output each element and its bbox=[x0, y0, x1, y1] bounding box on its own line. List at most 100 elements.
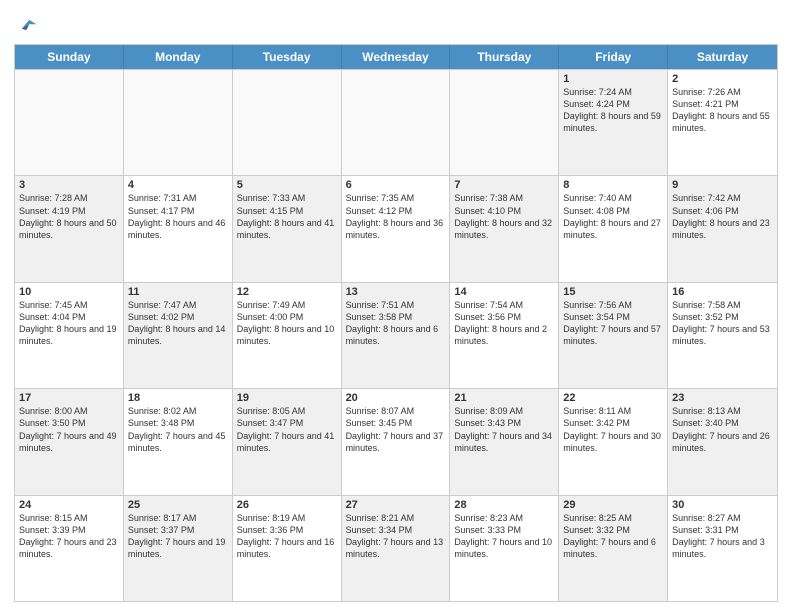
day-info: Sunrise: 8:23 AM Sunset: 3:33 PM Dayligh… bbox=[454, 512, 554, 561]
calendar-cell-w4-d1: 25Sunrise: 8:17 AM Sunset: 3:37 PM Dayli… bbox=[124, 496, 233, 601]
day-number: 7 bbox=[454, 179, 554, 191]
day-number: 28 bbox=[454, 499, 554, 511]
day-info: Sunrise: 8:27 AM Sunset: 3:31 PM Dayligh… bbox=[672, 512, 773, 561]
day-number: 12 bbox=[237, 286, 337, 298]
day-info: Sunrise: 7:51 AM Sunset: 3:58 PM Dayligh… bbox=[346, 299, 446, 348]
calendar-cell-w3-d1: 18Sunrise: 8:02 AM Sunset: 3:48 PM Dayli… bbox=[124, 389, 233, 494]
day-number: 14 bbox=[454, 286, 554, 298]
calendar-cell-w0-d2 bbox=[233, 70, 342, 175]
calendar-cell-w1-d3: 6Sunrise: 7:35 AM Sunset: 4:12 PM Daylig… bbox=[342, 176, 451, 281]
calendar-cell-w4-d3: 27Sunrise: 8:21 AM Sunset: 3:34 PM Dayli… bbox=[342, 496, 451, 601]
header-day-sunday: Sunday bbox=[15, 45, 124, 69]
day-info: Sunrise: 7:26 AM Sunset: 4:21 PM Dayligh… bbox=[672, 86, 773, 135]
day-info: Sunrise: 8:17 AM Sunset: 3:37 PM Dayligh… bbox=[128, 512, 228, 561]
calendar-cell-w3-d2: 19Sunrise: 8:05 AM Sunset: 3:47 PM Dayli… bbox=[233, 389, 342, 494]
day-number: 1 bbox=[563, 73, 663, 85]
calendar-cell-w3-d6: 23Sunrise: 8:13 AM Sunset: 3:40 PM Dayli… bbox=[668, 389, 777, 494]
day-number: 4 bbox=[128, 179, 228, 191]
day-number: 9 bbox=[672, 179, 773, 191]
day-info: Sunrise: 7:28 AM Sunset: 4:19 PM Dayligh… bbox=[19, 192, 119, 241]
calendar-cell-w2-d6: 16Sunrise: 7:58 AM Sunset: 3:52 PM Dayli… bbox=[668, 283, 777, 388]
header-day-tuesday: Tuesday bbox=[233, 45, 342, 69]
calendar-cell-w3-d5: 22Sunrise: 8:11 AM Sunset: 3:42 PM Dayli… bbox=[559, 389, 668, 494]
calendar-cell-w1-d4: 7Sunrise: 7:38 AM Sunset: 4:10 PM Daylig… bbox=[450, 176, 559, 281]
day-info: Sunrise: 8:25 AM Sunset: 3:32 PM Dayligh… bbox=[563, 512, 663, 561]
calendar-header: SundayMondayTuesdayWednesdayThursdayFrid… bbox=[15, 45, 777, 69]
calendar-cell-w4-d5: 29Sunrise: 8:25 AM Sunset: 3:32 PM Dayli… bbox=[559, 496, 668, 601]
day-info: Sunrise: 7:24 AM Sunset: 4:24 PM Dayligh… bbox=[563, 86, 663, 135]
day-info: Sunrise: 7:54 AM Sunset: 3:56 PM Dayligh… bbox=[454, 299, 554, 348]
day-number: 11 bbox=[128, 286, 228, 298]
logo bbox=[14, 14, 38, 36]
calendar-cell-w2-d4: 14Sunrise: 7:54 AM Sunset: 3:56 PM Dayli… bbox=[450, 283, 559, 388]
header-day-wednesday: Wednesday bbox=[342, 45, 451, 69]
day-info: Sunrise: 7:56 AM Sunset: 3:54 PM Dayligh… bbox=[563, 299, 663, 348]
day-info: Sunrise: 8:05 AM Sunset: 3:47 PM Dayligh… bbox=[237, 405, 337, 454]
day-info: Sunrise: 7:31 AM Sunset: 4:17 PM Dayligh… bbox=[128, 192, 228, 241]
page: SundayMondayTuesdayWednesdayThursdayFrid… bbox=[0, 0, 792, 612]
day-info: Sunrise: 7:35 AM Sunset: 4:12 PM Dayligh… bbox=[346, 192, 446, 241]
day-number: 18 bbox=[128, 392, 228, 404]
day-number: 6 bbox=[346, 179, 446, 191]
day-number: 10 bbox=[19, 286, 119, 298]
calendar-cell-w1-d5: 8Sunrise: 7:40 AM Sunset: 4:08 PM Daylig… bbox=[559, 176, 668, 281]
calendar-cell-w3-d3: 20Sunrise: 8:07 AM Sunset: 3:45 PM Dayli… bbox=[342, 389, 451, 494]
day-number: 19 bbox=[237, 392, 337, 404]
calendar-cell-w0-d4 bbox=[450, 70, 559, 175]
day-number: 20 bbox=[346, 392, 446, 404]
day-info: Sunrise: 8:19 AM Sunset: 3:36 PM Dayligh… bbox=[237, 512, 337, 561]
calendar-cell-w1-d0: 3Sunrise: 7:28 AM Sunset: 4:19 PM Daylig… bbox=[15, 176, 124, 281]
day-info: Sunrise: 8:09 AM Sunset: 3:43 PM Dayligh… bbox=[454, 405, 554, 454]
calendar-cell-w0-d1 bbox=[124, 70, 233, 175]
calendar-row-0: 1Sunrise: 7:24 AM Sunset: 4:24 PM Daylig… bbox=[15, 69, 777, 175]
calendar-cell-w1-d2: 5Sunrise: 7:33 AM Sunset: 4:15 PM Daylig… bbox=[233, 176, 342, 281]
day-info: Sunrise: 7:45 AM Sunset: 4:04 PM Dayligh… bbox=[19, 299, 119, 348]
day-info: Sunrise: 8:02 AM Sunset: 3:48 PM Dayligh… bbox=[128, 405, 228, 454]
logo-bird-icon bbox=[16, 14, 38, 36]
day-info: Sunrise: 8:15 AM Sunset: 3:39 PM Dayligh… bbox=[19, 512, 119, 561]
day-number: 26 bbox=[237, 499, 337, 511]
calendar-row-3: 17Sunrise: 8:00 AM Sunset: 3:50 PM Dayli… bbox=[15, 388, 777, 494]
calendar-cell-w4-d6: 30Sunrise: 8:27 AM Sunset: 3:31 PM Dayli… bbox=[668, 496, 777, 601]
calendar-body: 1Sunrise: 7:24 AM Sunset: 4:24 PM Daylig… bbox=[15, 69, 777, 601]
day-info: Sunrise: 7:40 AM Sunset: 4:08 PM Dayligh… bbox=[563, 192, 663, 241]
day-number: 27 bbox=[346, 499, 446, 511]
calendar-cell-w3-d0: 17Sunrise: 8:00 AM Sunset: 3:50 PM Dayli… bbox=[15, 389, 124, 494]
day-number: 3 bbox=[19, 179, 119, 191]
day-number: 15 bbox=[563, 286, 663, 298]
day-number: 29 bbox=[563, 499, 663, 511]
calendar-cell-w2-d0: 10Sunrise: 7:45 AM Sunset: 4:04 PM Dayli… bbox=[15, 283, 124, 388]
day-number: 24 bbox=[19, 499, 119, 511]
calendar: SundayMondayTuesdayWednesdayThursdayFrid… bbox=[14, 44, 778, 602]
day-info: Sunrise: 8:11 AM Sunset: 3:42 PM Dayligh… bbox=[563, 405, 663, 454]
day-info: Sunrise: 8:07 AM Sunset: 3:45 PM Dayligh… bbox=[346, 405, 446, 454]
day-info: Sunrise: 7:49 AM Sunset: 4:00 PM Dayligh… bbox=[237, 299, 337, 348]
day-number: 2 bbox=[672, 73, 773, 85]
header-day-monday: Monday bbox=[124, 45, 233, 69]
calendar-cell-w1-d6: 9Sunrise: 7:42 AM Sunset: 4:06 PM Daylig… bbox=[668, 176, 777, 281]
calendar-cell-w0-d6: 2Sunrise: 7:26 AM Sunset: 4:21 PM Daylig… bbox=[668, 70, 777, 175]
day-number: 5 bbox=[237, 179, 337, 191]
calendar-cell-w2-d2: 12Sunrise: 7:49 AM Sunset: 4:00 PM Dayli… bbox=[233, 283, 342, 388]
day-info: Sunrise: 7:47 AM Sunset: 4:02 PM Dayligh… bbox=[128, 299, 228, 348]
day-info: Sunrise: 7:38 AM Sunset: 4:10 PM Dayligh… bbox=[454, 192, 554, 241]
day-number: 22 bbox=[563, 392, 663, 404]
day-info: Sunrise: 8:13 AM Sunset: 3:40 PM Dayligh… bbox=[672, 405, 773, 454]
day-number: 16 bbox=[672, 286, 773, 298]
header-day-friday: Friday bbox=[559, 45, 668, 69]
calendar-cell-w2-d5: 15Sunrise: 7:56 AM Sunset: 3:54 PM Dayli… bbox=[559, 283, 668, 388]
calendar-cell-w4-d2: 26Sunrise: 8:19 AM Sunset: 3:36 PM Dayli… bbox=[233, 496, 342, 601]
calendar-row-1: 3Sunrise: 7:28 AM Sunset: 4:19 PM Daylig… bbox=[15, 175, 777, 281]
day-info: Sunrise: 7:58 AM Sunset: 3:52 PM Dayligh… bbox=[672, 299, 773, 348]
header-day-thursday: Thursday bbox=[450, 45, 559, 69]
day-number: 23 bbox=[672, 392, 773, 404]
day-info: Sunrise: 7:42 AM Sunset: 4:06 PM Dayligh… bbox=[672, 192, 773, 241]
calendar-cell-w4-d0: 24Sunrise: 8:15 AM Sunset: 3:39 PM Dayli… bbox=[15, 496, 124, 601]
day-number: 13 bbox=[346, 286, 446, 298]
day-number: 25 bbox=[128, 499, 228, 511]
day-info: Sunrise: 7:33 AM Sunset: 4:15 PM Dayligh… bbox=[237, 192, 337, 241]
day-number: 17 bbox=[19, 392, 119, 404]
header-day-saturday: Saturday bbox=[668, 45, 777, 69]
day-number: 8 bbox=[563, 179, 663, 191]
calendar-cell-w2-d1: 11Sunrise: 7:47 AM Sunset: 4:02 PM Dayli… bbox=[124, 283, 233, 388]
